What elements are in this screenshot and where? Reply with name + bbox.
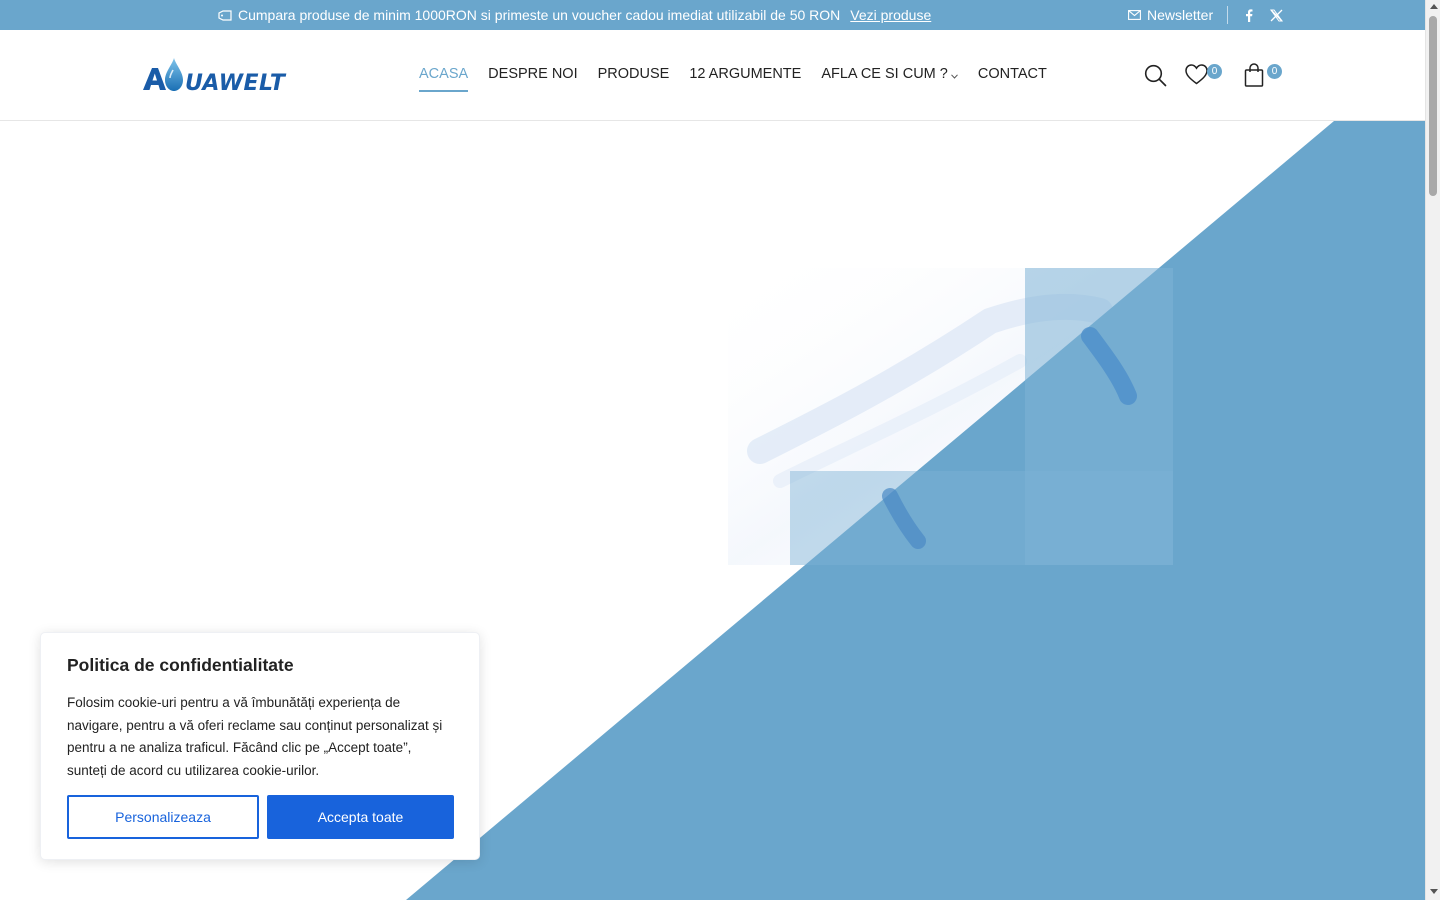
cookie-consent-dialog: Politica de confidentialitate Folosim co… [40, 632, 480, 860]
topbar-divider [1227, 6, 1229, 24]
topbar-right: Newsletter [1128, 6, 1296, 24]
nav-item-contact[interactable]: CONTACT [978, 66, 1047, 92]
scroll-thumb[interactable] [1429, 16, 1437, 196]
nav-item-acasa[interactable]: ACASA [419, 66, 469, 92]
cookie-text: Folosim cookie-uri pentru a vă îmbunătăț… [67, 695, 443, 779]
wishlist-icon[interactable] [1185, 64, 1208, 90]
nav-label: 12 ARGUMENTE [689, 66, 802, 82]
nav-label: AFLA CE SI CUM ? [821, 66, 948, 82]
cookie-actions: Personalizeaza Accepta toate [67, 795, 454, 839]
newsletter-link[interactable]: Newsletter [1128, 7, 1213, 23]
newsletter-label: Newsletter [1147, 7, 1214, 23]
wishlist-count-badge: 0 [1207, 64, 1222, 79]
scroll-down-arrow-icon[interactable] [1430, 889, 1438, 894]
nav-item-afla-ce-si-cum[interactable]: AFLA CE SI CUM ? [821, 66, 958, 92]
nav-label: CONTACT [977, 66, 1047, 82]
nav-label: ACASA [419, 66, 469, 82]
promo-bar: Cumpara produse de minim 1000RON si prim… [0, 0, 1425, 30]
logo[interactable]: UAWELT [142, 56, 292, 96]
search-icon[interactable] [1144, 64, 1167, 92]
cookie-title: Politica de confidentialitate [67, 655, 294, 675]
promo-text: Cumpara produse de minim 1000RON si prim… [238, 7, 841, 23]
nav-label: DESPRE NOI [488, 66, 578, 82]
page-scrollbar[interactable] [1425, 0, 1440, 900]
scroll-up-arrow-icon[interactable] [1430, 4, 1438, 9]
chevron-down-icon [950, 74, 958, 79]
facebook-icon[interactable] [1242, 8, 1256, 22]
mail-icon [1128, 10, 1141, 20]
svg-text:UAWELT: UAWELT [185, 71, 287, 96]
site-header: UAWELT ACASA DESPRE NOI PRODUSE 12 ARGUM… [0, 30, 1425, 121]
customize-button[interactable]: Personalizeaza [67, 795, 259, 839]
x-twitter-icon[interactable] [1269, 8, 1283, 22]
cart-count-badge: 0 [1267, 64, 1282, 79]
accept-all-button[interactable]: Accepta toate [267, 795, 454, 839]
main-nav: ACASA DESPRE NOI PRODUSE 12 ARGUMENTE AF… [419, 66, 1047, 92]
nav-label: PRODUSE [597, 66, 670, 82]
promo-link[interactable]: Vezi produse [850, 7, 931, 23]
nav-item-12-argumente[interactable]: 12 ARGUMENTE [689, 66, 801, 92]
nav-item-despre-noi[interactable]: DESPRE NOI [488, 66, 577, 92]
cart-icon[interactable] [1244, 63, 1264, 92]
tag-icon [218, 9, 232, 21]
nav-item-produse[interactable]: PRODUSE [598, 66, 670, 92]
promo: Cumpara produse de minim 1000RON si prim… [218, 7, 931, 23]
